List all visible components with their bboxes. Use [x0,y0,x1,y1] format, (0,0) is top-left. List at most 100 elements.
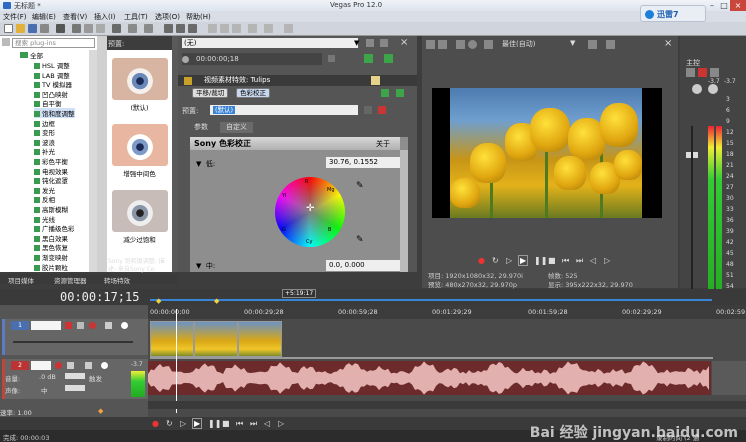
loop-start-marker[interactable]: ◆ [156,297,161,305]
prev-frame-button[interactable]: ◁ [590,256,596,265]
mute-icon[interactable] [105,322,112,329]
mute-icon[interactable] [85,362,92,369]
chip-color-correct[interactable]: 色彩校正 [236,88,270,98]
delete-preset-icon[interactable] [378,106,386,114]
go-to-start-button[interactable]: ⏮ [562,256,569,266]
track-fx-icon[interactable] [67,362,74,369]
audio-clip[interactable] [148,361,711,395]
remove-plugin-icon[interactable] [396,89,404,97]
plugin-scrollbar[interactable] [400,150,408,272]
collapse-icon[interactable]: ▼ [196,262,201,270]
search-input[interactable]: 搜索 plug-ins [12,38,95,48]
select-tool-icon[interactable] [188,24,197,33]
chain-icon[interactable] [384,54,393,63]
preset-thumb-default[interactable] [112,58,168,100]
open-icon[interactable] [16,24,25,33]
ignore-grouping-icon[interactable] [264,24,273,33]
video-clip-thumb[interactable] [150,321,194,357]
tree-item[interactable]: 发光 [34,185,55,195]
collapse-icon[interactable]: ▼ [196,160,201,168]
project-properties-icon[interactable] [426,40,435,49]
rate-slider[interactable]: ◆ [98,407,103,415]
record-button[interactable]: ● [478,256,485,265]
auto-crossfade-icon[interactable] [220,24,229,33]
loop-region[interactable] [150,299,712,301]
pause-button[interactable]: ❚❚ [208,419,221,428]
tree-root[interactable]: 全部 [20,50,43,60]
envelope-tool-icon[interactable] [176,24,185,33]
master-mute-icon[interactable] [698,68,707,77]
fx-options-icon[interactable] [380,39,388,47]
menu-insert[interactable]: 插入(I) [94,12,116,22]
eyedropper-icon[interactable]: ✎ [356,181,364,191]
split-screen-icon[interactable] [468,40,477,49]
loop-button[interactable]: ↻ [166,419,173,428]
tab-custom[interactable]: 自定义 [220,122,253,133]
tree-item[interactable]: TV 模拟器 [34,79,72,89]
video-clip-thumb[interactable] [238,321,282,357]
preset-thumb-desaturate[interactable] [112,190,168,232]
solo-icon[interactable] [121,322,128,329]
opacity-slider[interactable] [13,341,133,343]
lock-envelopes-icon[interactable] [248,24,257,33]
add-fx-icon[interactable] [364,54,373,63]
crosshair-icon[interactable]: ✛ [306,203,314,214]
stop-button[interactable]: ■ [222,419,230,428]
arm-record-icon[interactable] [55,362,62,369]
auto-ripple-icon[interactable] [232,24,241,33]
minimize-button[interactable]: – [706,0,718,11]
close-button[interactable]: × [730,0,746,11]
brand-button[interactable]: 迅雷7 [640,5,706,22]
help-icon[interactable] [284,24,293,33]
tree-item[interactable]: 波浪 [34,137,55,147]
copy-icon[interactable] [84,24,93,33]
menu-view[interactable]: 查看(V) [63,12,87,22]
go-to-end-button[interactable]: ⏭ [250,419,257,429]
mid-value-field[interactable]: 0.0, 0.000 [326,260,400,271]
master-fx-icon[interactable] [686,68,695,77]
keyframe-icon[interactable] [182,56,189,63]
volume-slider[interactable] [65,373,85,379]
pan-slider[interactable] [65,385,85,391]
search-icon[interactable] [2,38,10,46]
delete-icon[interactable] [112,24,121,33]
video-track-header[interactable]: 1 [2,319,148,355]
track-motion-icon[interactable] [77,322,84,329]
tree-item[interactable]: 补光 [34,146,55,156]
master-settings-icon[interactable] [710,68,719,77]
tab-project-media[interactable]: 项目媒体 [8,275,34,285]
eyedropper-icon[interactable]: ✎ [356,235,364,245]
tree-item[interactable]: 反相 [34,194,55,204]
save-icon[interactable] [28,24,37,33]
edit-tool-icon[interactable] [164,24,173,33]
tree-item[interactable]: LAB 调整 [34,70,70,80]
menu-options[interactable]: 选项(O) [155,12,180,22]
tree-splitter[interactable] [97,36,107,272]
fx-preset-select[interactable]: (默认) [210,105,358,115]
tree-item[interactable]: 凹凸映射 [34,89,68,99]
save-snapshot-icon[interactable] [606,40,615,49]
redo-icon[interactable] [144,24,153,33]
next-frame-button[interactable]: ▷ [604,256,610,265]
render-icon[interactable] [56,24,65,33]
tree-item[interactable]: 电视效果 [34,166,68,176]
tree-scrollbar[interactable] [89,50,97,272]
close-icon[interactable]: × [400,37,408,48]
copy-snapshot-icon[interactable] [588,40,597,49]
tree-item[interactable]: 高斯模糊 [34,204,68,214]
master-knob[interactable] [708,84,718,94]
tree-item[interactable]: 渐变映射 [34,252,68,262]
pause-button[interactable]: ❚❚ [534,256,547,265]
close-icon[interactable]: × [664,38,672,49]
audio-track-header[interactable]: 2 -3.7 音量: .0 dB 触发 声像: 中 [2,359,148,399]
fx-icon[interactable] [456,40,465,49]
tree-item[interactable]: 光线 [34,214,55,224]
play-from-start-button[interactable]: ▷ [180,419,186,428]
tree-item[interactable]: 胶片颗粒 [34,262,68,272]
composite-mode-icon[interactable] [89,322,96,329]
snap-icon[interactable] [208,24,217,33]
about-link[interactable]: 关于 [376,139,390,149]
tree-item[interactable]: HSL 调整 [34,60,70,70]
preset-thumb-enhance[interactable] [112,124,168,166]
menu-tools[interactable]: 工具(T) [124,12,148,22]
